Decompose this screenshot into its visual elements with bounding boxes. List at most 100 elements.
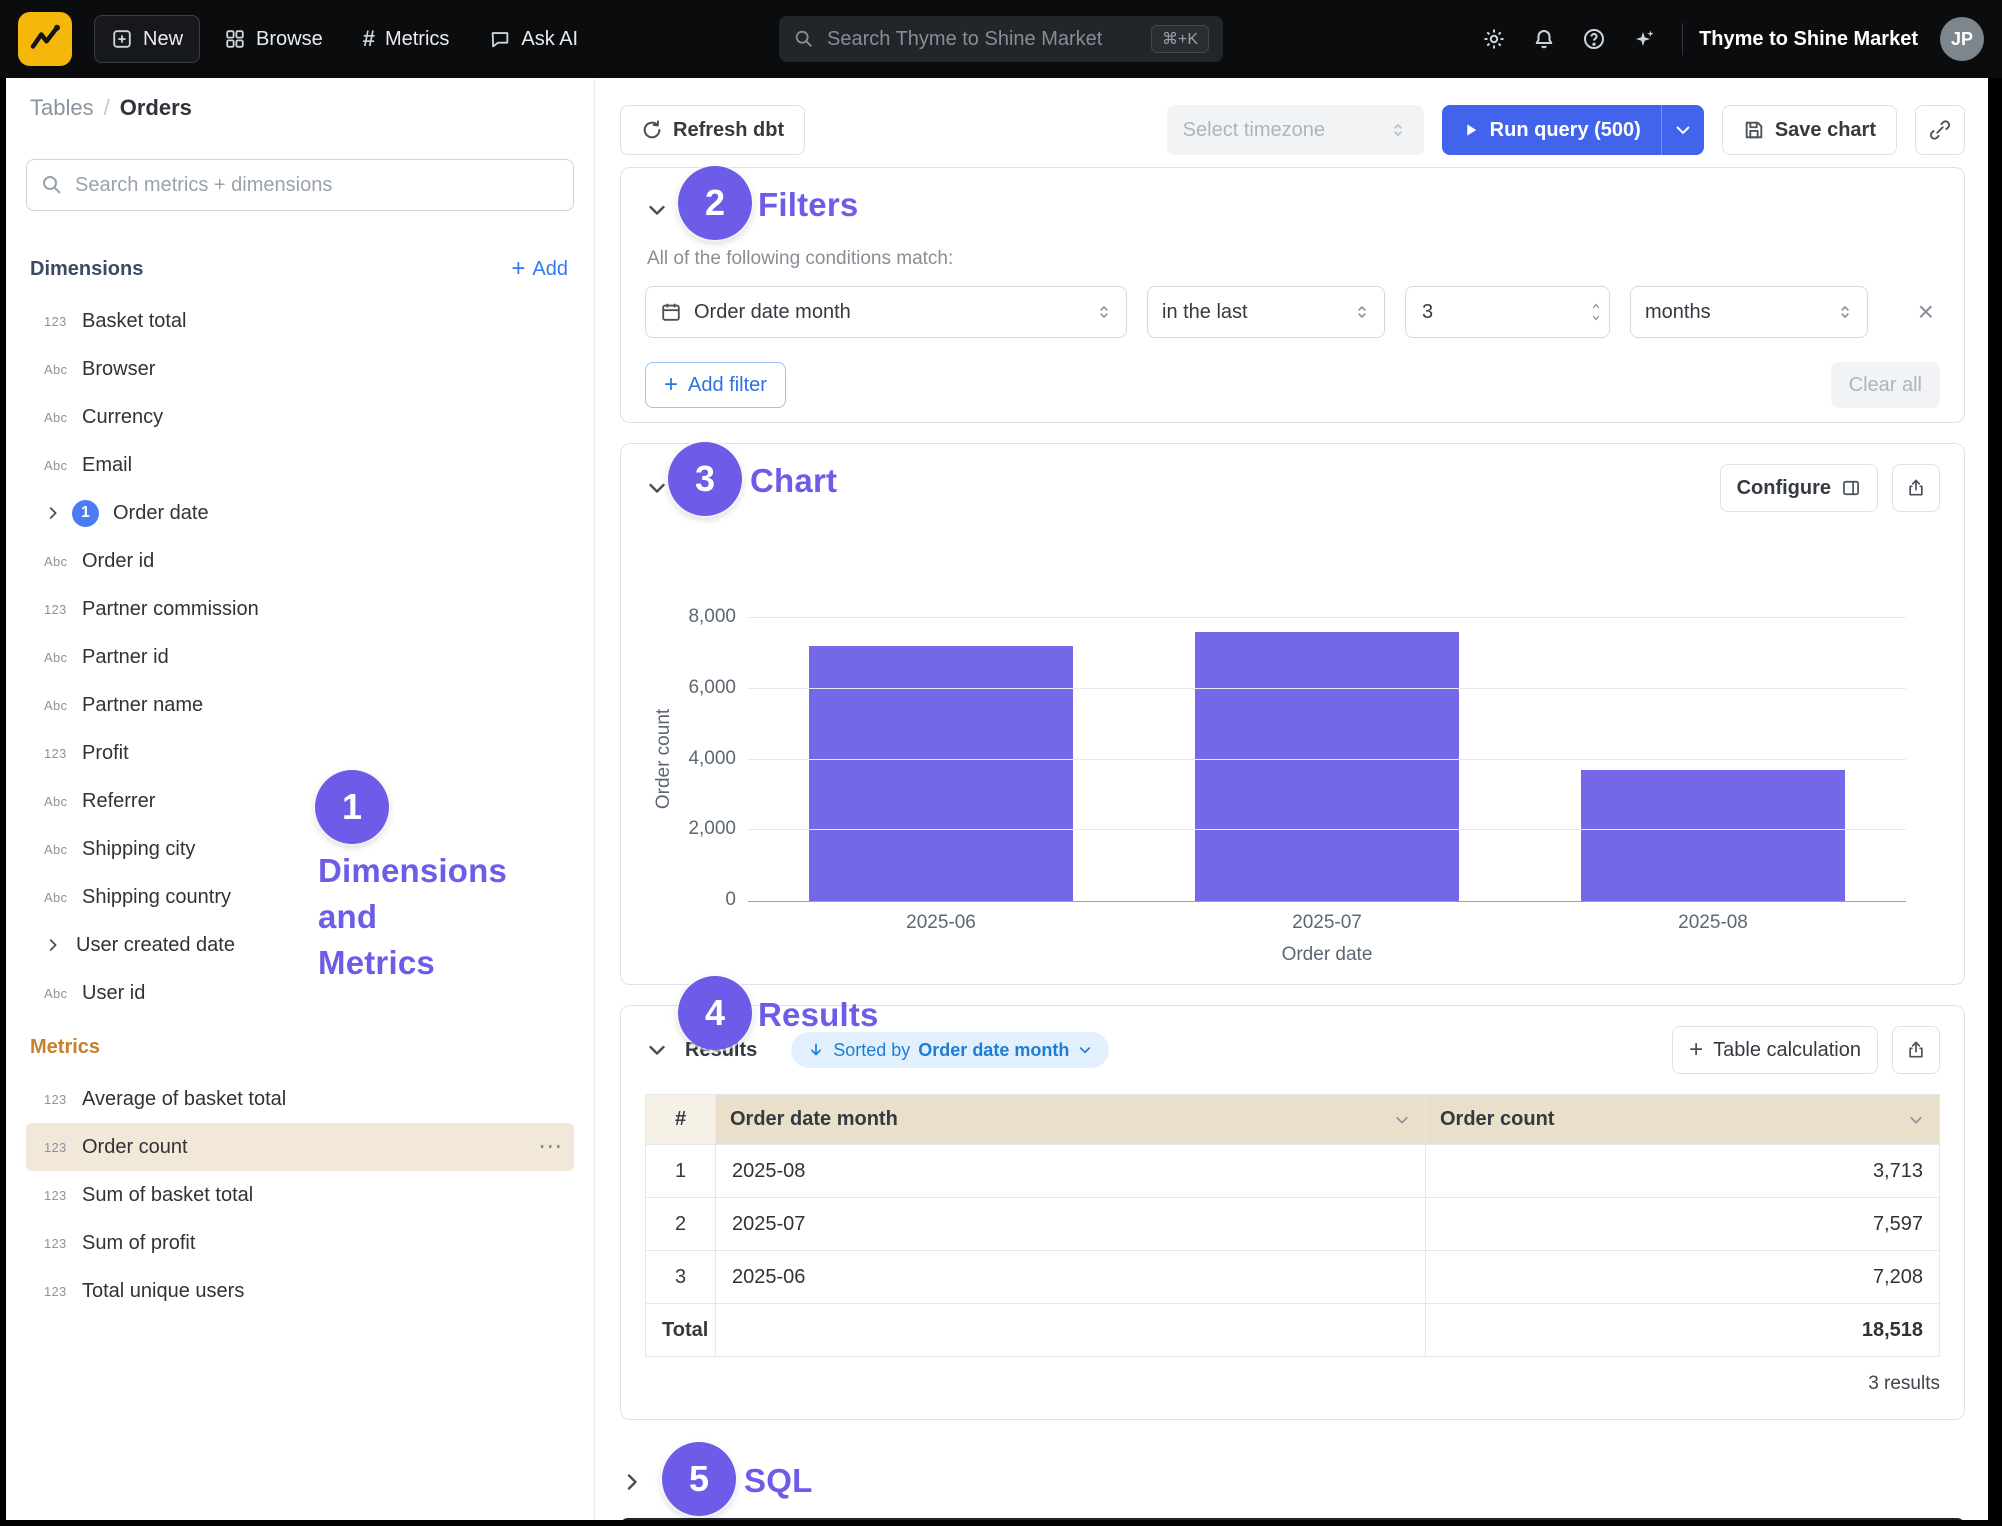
ai-sparkles-button[interactable] (1622, 17, 1666, 61)
bar-2025-08[interactable] (1581, 770, 1845, 901)
sql-code-block[interactable] (620, 1518, 1965, 1520)
breadcrumb-separator: / (104, 95, 110, 121)
more-options-icon[interactable]: ⋯ (538, 1142, 562, 1152)
order-date-month-cell[interactable]: 2025-08 (716, 1145, 1426, 1198)
stepper-down-icon[interactable] (1589, 313, 1603, 323)
sidebar-metric-average-of-basket-total[interactable]: 123Average of basket total (26, 1075, 574, 1123)
export-results-button[interactable] (1892, 1026, 1940, 1074)
chevron-down-icon[interactable] (1393, 1111, 1411, 1129)
collapse-results-chevron-icon[interactable] (645, 1028, 671, 1072)
column-label: Order date month (730, 1108, 898, 1131)
bar-2025-07[interactable] (1195, 632, 1459, 901)
timezone-select[interactable]: Select timezone (1167, 105, 1424, 155)
total-value-cell: 18,518 (1426, 1304, 1940, 1357)
text-field-icon: Abc (44, 698, 68, 713)
order-date-month-cell[interactable]: 2025-07 (716, 1198, 1426, 1251)
sidebar-dimension-user-id[interactable]: AbcUser id (26, 969, 574, 1017)
notifications-button[interactable] (1522, 17, 1566, 61)
global-search-bar[interactable]: Search Thyme to Shine Market ⌘+K (779, 16, 1223, 62)
run-query-options-button[interactable] (1662, 105, 1704, 155)
sidebar-dimension-partner-commission[interactable]: 123Partner commission (26, 585, 574, 633)
user-avatar[interactable]: JP (1940, 17, 1984, 61)
configure-chart-button[interactable]: Configure (1720, 464, 1878, 512)
add-filter-button[interactable]: + Add filter (645, 362, 786, 408)
sidebar-dimension-email[interactable]: AbcEmail (26, 441, 574, 489)
column-header-order-date-month[interactable]: Order date month (716, 1095, 1426, 1145)
metrics-nav-button[interactable]: # Metrics (347, 15, 466, 63)
ask-ai-label: Ask AI (521, 28, 578, 51)
browse-button[interactable]: Browse (208, 15, 339, 63)
share-link-button[interactable] (1915, 105, 1965, 155)
sidebar-dimension-basket-total[interactable]: 123Basket total (26, 297, 574, 345)
caret-updown-icon (1388, 120, 1408, 140)
add-dimension-button[interactable]: + Add (511, 258, 574, 281)
sidebar-dimension-partner-id[interactable]: AbcPartner id (26, 633, 574, 681)
plus-square-icon (111, 28, 133, 50)
order-date-month-cell[interactable]: 2025-06 (716, 1251, 1426, 1304)
order-count-cell[interactable]: 3,713 (1426, 1145, 1940, 1198)
sidebar-dimension-shipping-country[interactable]: AbcShipping country (26, 873, 574, 921)
sidebar-metric-total-unique-users[interactable]: 123Total unique users (26, 1267, 574, 1315)
chevron-down-icon[interactable] (1907, 1111, 1925, 1129)
save-icon (1743, 119, 1765, 141)
results-header: Results Sorted by Order date month + Tab… (645, 1026, 1940, 1074)
filter-value-input[interactable] (1420, 300, 1544, 325)
collapse-filters-chevron-icon[interactable] (645, 188, 671, 232)
remove-filter-button[interactable]: × (1912, 301, 1940, 323)
app-logo[interactable] (18, 12, 72, 66)
caret-updown-icon (1094, 302, 1114, 322)
help-button[interactable] (1572, 17, 1616, 61)
sidebar-search-input[interactable] (26, 159, 574, 211)
chart-header: Configure (645, 464, 1940, 512)
sidebar-metric-sum-of-basket-total[interactable]: 123Sum of basket total (26, 1171, 574, 1219)
help-icon (1582, 27, 1606, 51)
sidebar-dimension-profit[interactable]: 123Profit (26, 729, 574, 777)
filter-field-select[interactable]: Order date month (645, 286, 1127, 338)
sidebar-dimension-shipping-city[interactable]: AbcShipping city (26, 825, 574, 873)
sidebar-dimension-user-created-date[interactable]: User created date (26, 921, 574, 969)
org-name[interactable]: Thyme to Shine Market (1699, 28, 1918, 51)
refresh-dbt-button[interactable]: Refresh dbt (620, 105, 805, 155)
sidebar-dimension-order-id[interactable]: AbcOrder id (26, 537, 574, 585)
explore-sidebar: Tables / Orders Dimensions + Add 123Bask… (6, 78, 595, 1520)
row-index-cell: 2 (646, 1198, 716, 1251)
filter-unit-select[interactable]: months (1630, 286, 1868, 338)
number-stepper[interactable] (1589, 301, 1603, 323)
ask-ai-button[interactable]: Ask AI (473, 15, 594, 63)
order-count-cell[interactable]: 7,208 (1426, 1251, 1940, 1304)
field-label: Partner id (82, 646, 169, 669)
collapse-chart-chevron-icon[interactable] (645, 466, 671, 510)
breadcrumb-current-table: Orders (120, 95, 192, 121)
order-count-cell[interactable]: 7,597 (1426, 1198, 1940, 1251)
sidebar-dimension-currency[interactable]: AbcCurrency (26, 393, 574, 441)
sorted-by-pill[interactable]: Sorted by Order date month (791, 1032, 1109, 1068)
numeric-field-icon: 123 (44, 1188, 68, 1203)
hash-icon: # (363, 26, 375, 52)
lightning-icon (27, 21, 63, 57)
expand-sql-chevron-icon[interactable] (620, 1460, 646, 1504)
field-label: Order date (113, 502, 209, 525)
bar-2025-06[interactable] (809, 646, 1073, 901)
breadcrumb-tables[interactable]: Tables (30, 95, 94, 121)
plus-icon: + (511, 259, 525, 279)
sidebar-metric-order-count[interactable]: 123Order count⋯ (26, 1123, 574, 1171)
sidebar-dimension-order-date[interactable]: 1Order date (26, 489, 574, 537)
column-header-order-count[interactable]: Order count (1426, 1095, 1940, 1145)
sidebar-dimension-referrer[interactable]: AbcReferrer (26, 777, 574, 825)
new-button[interactable]: New (94, 15, 200, 63)
settings-button[interactable] (1472, 17, 1516, 61)
table-calculation-button[interactable]: + Table calculation (1672, 1026, 1878, 1074)
filter-operator-select[interactable]: in the last (1147, 286, 1385, 338)
stepper-up-icon[interactable] (1589, 301, 1603, 311)
field-label: Sum of profit (82, 1232, 195, 1255)
metrics-title: Metrics (26, 1036, 100, 1059)
search-shortcut-badge: ⌘+K (1151, 25, 1209, 53)
sidebar-dimension-browser[interactable]: AbcBrowser (26, 345, 574, 393)
run-query-button[interactable]: Run query (500) (1442, 105, 1661, 155)
sidebar-metric-sum-of-profit[interactable]: 123Sum of profit (26, 1219, 574, 1267)
sidebar-search (26, 159, 574, 211)
save-chart-button[interactable]: Save chart (1722, 105, 1897, 155)
clear-all-button[interactable]: Clear all (1831, 362, 1940, 408)
export-chart-button[interactable] (1892, 464, 1940, 512)
sidebar-dimension-partner-name[interactable]: AbcPartner name (26, 681, 574, 729)
